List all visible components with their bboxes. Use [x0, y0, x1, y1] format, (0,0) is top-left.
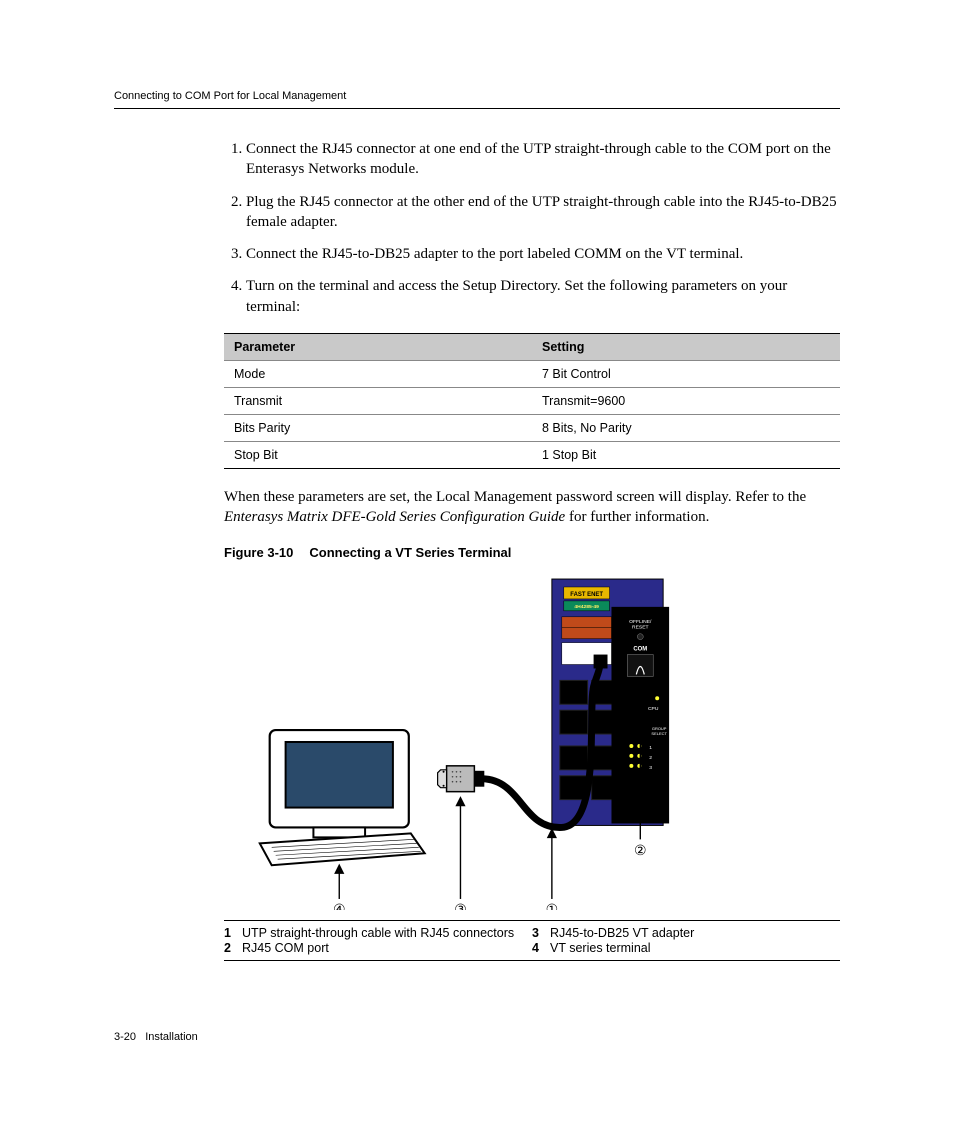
label-fast-enet: FAST ENET [570, 592, 603, 598]
step-list: Connect the RJ45 connector at one end of… [224, 139, 840, 317]
label-cpu: CPU [648, 706, 659, 712]
cell-param: Mode [224, 360, 532, 387]
table-row: Bits Parity 8 Bits, No Parity [224, 414, 840, 441]
label-3: 3 [649, 765, 652, 771]
label-1: 1 [649, 745, 652, 751]
legend-text: RJ45-to-DB25 VT adapter [550, 926, 694, 940]
label-com: COM [633, 647, 647, 653]
step-item: Turn on the terminal and access the Setu… [246, 276, 840, 317]
para-text-a: When these parameters are set, the Local… [224, 489, 806, 505]
figure-caption: Figure 3-10 Connecting a VT Series Termin… [224, 545, 840, 560]
table-row: Transmit Transmit=9600 [224, 387, 840, 414]
cell-param: Bits Parity [224, 414, 532, 441]
cell-setting: 8 Bits, No Parity [532, 414, 840, 441]
table-header-parameter: Parameter [224, 333, 532, 360]
para-text-italic: Enterasys Matrix DFE-Gold Series Configu… [224, 509, 565, 525]
cell-param: Transmit [224, 387, 532, 414]
db25-adapter-icon [438, 766, 485, 792]
label-offline-reset: OFFLINE/ [629, 619, 652, 625]
legend-num: 2 [224, 941, 242, 955]
callout-3: ③ [454, 903, 466, 910]
legend-num: 3 [532, 926, 550, 940]
vt-terminal-icon [260, 730, 425, 865]
label-2: 2 [649, 755, 652, 761]
para-text-b: for further information. [565, 509, 709, 525]
cell-setting: Transmit=9600 [532, 387, 840, 414]
figure-title: Connecting a VT Series Terminal [309, 545, 511, 560]
legend-text: VT series terminal [550, 941, 651, 955]
table-row: Stop Bit 1 Stop Bit [224, 441, 840, 468]
footer-page: 3-20 [114, 1031, 136, 1043]
cell-param: Stop Bit [224, 441, 532, 468]
legend-text: UTP straight-through cable with RJ45 con… [242, 926, 514, 940]
figure-number: Figure 3-10 [224, 545, 293, 560]
cell-setting: 7 Bit Control [532, 360, 840, 387]
label-model: 4H4285-49 [574, 604, 599, 610]
legend-num: 1 [224, 926, 242, 940]
legend-num: 4 [532, 941, 550, 955]
svg-text:SELECT: SELECT [651, 731, 667, 736]
diagram-svg: FAST ENET 4H4285-49 [224, 570, 840, 910]
callout-2: ② [634, 845, 646, 860]
step-item: Connect the RJ45 connector at one end of… [246, 139, 840, 180]
running-head: Connecting to COM Port for Local Managem… [114, 90, 840, 109]
figure-legend: 1 UTP straight-through cable with RJ45 c… [224, 920, 840, 961]
page-footer: 3-20 Installation [114, 1031, 840, 1043]
table-header-setting: Setting [532, 333, 840, 360]
parameter-table: Parameter Setting Mode 7 Bit Control Tra… [224, 333, 840, 469]
callout-1: ① [546, 903, 558, 910]
footer-section: Installation [145, 1031, 198, 1043]
figure-illustration: FAST ENET 4H4285-49 [224, 570, 840, 910]
step-item: Plug the RJ45 connector at the other end… [246, 192, 840, 233]
post-table-paragraph: When these parameters are set, the Local… [224, 487, 840, 528]
table-row: Mode 7 Bit Control [224, 360, 840, 387]
svg-text:RESET: RESET [632, 625, 649, 631]
legend-text: RJ45 COM port [242, 941, 329, 955]
callout-4: ④ [333, 903, 345, 910]
step-item: Connect the RJ45-to-DB25 adapter to the … [246, 244, 840, 264]
cell-setting: 1 Stop Bit [532, 441, 840, 468]
